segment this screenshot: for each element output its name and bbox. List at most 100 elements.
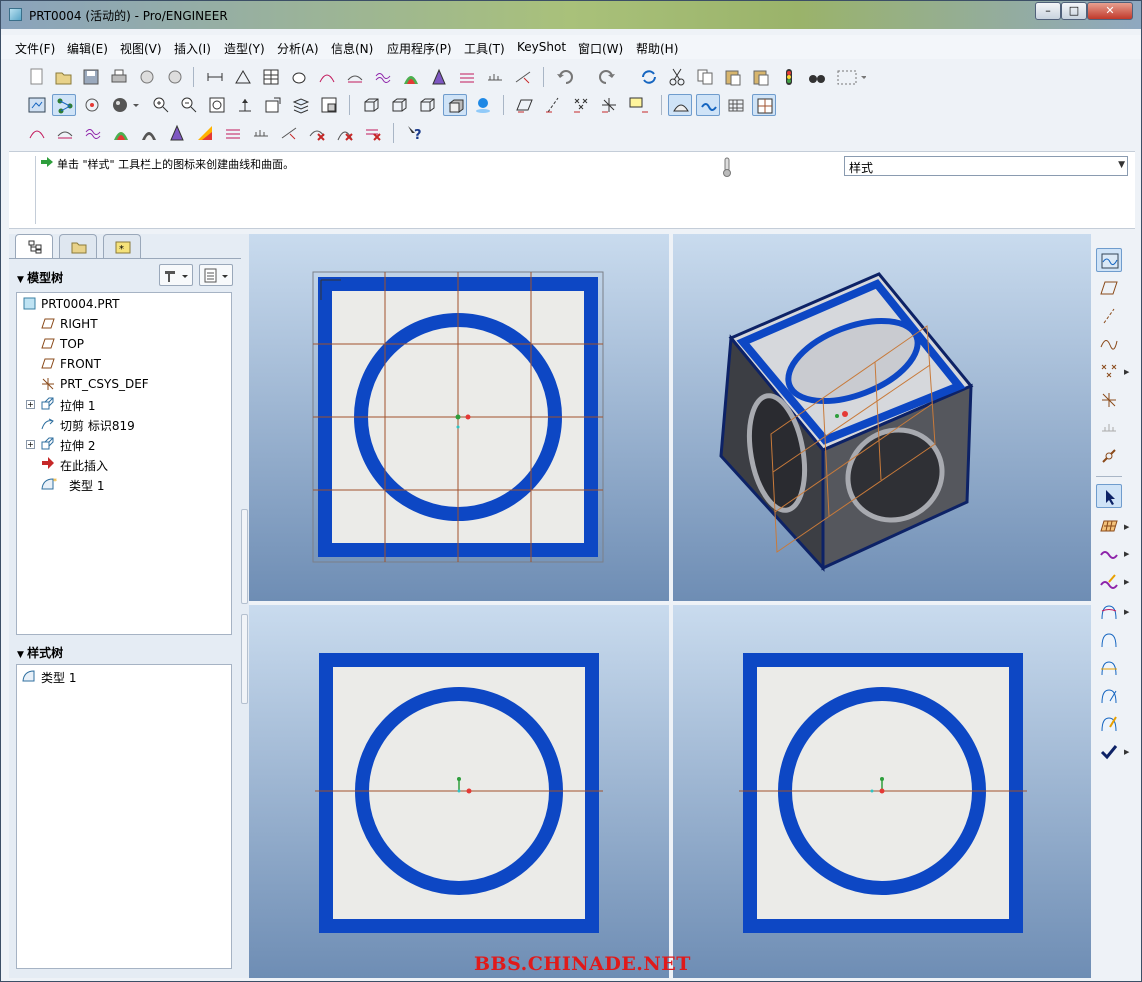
curve-analysis-icon[interactable]	[343, 66, 367, 88]
tree-item-front[interactable]: FRONT	[17, 355, 227, 373]
datum-csys-icon[interactable]	[1096, 388, 1122, 412]
section-analysis-icon[interactable]	[53, 122, 77, 144]
tree-item-right[interactable]: RIGHT	[17, 315, 227, 333]
style-mesh-display-icon[interactable]	[724, 94, 748, 116]
orient-mode-icon[interactable]	[80, 94, 104, 116]
edit-curve-icon[interactable]	[1096, 570, 1122, 594]
dihedral-icon[interactable]	[221, 122, 245, 144]
datum-point-icon[interactable]	[1096, 360, 1122, 384]
copy-icon[interactable]	[693, 66, 717, 88]
tree-columns-button[interactable]	[199, 264, 233, 286]
tab-favorites[interactable]: *	[103, 234, 141, 258]
menu-file[interactable]: 文件(F)	[15, 40, 55, 57]
viewport-bottom-right[interactable]	[673, 605, 1091, 978]
maximize-button[interactable]: □	[1061, 2, 1087, 20]
expand-arrow-icon[interactable]: ▶	[1124, 608, 1129, 616]
find-icon[interactable]	[805, 66, 829, 88]
offset-analysis-icon[interactable]	[483, 66, 507, 88]
tree-item-csys[interactable]: PRT_CSYS_DEF	[17, 375, 227, 393]
paste-icon[interactable]	[721, 66, 745, 88]
csys-display-icon[interactable]	[597, 94, 621, 116]
menu-info[interactable]: 信息(N)	[331, 40, 373, 57]
style-surface-display-icon[interactable]	[668, 94, 692, 116]
send-link-icon[interactable]	[163, 66, 187, 88]
internal-plane-icon[interactable]	[1096, 276, 1122, 300]
reflection-icon[interactable]	[137, 122, 161, 144]
shading-mode-icon[interactable]	[108, 94, 142, 116]
tree-item-cut[interactable]: 切剪 标识819	[17, 415, 227, 433]
menu-tools[interactable]: 工具(T)	[464, 40, 505, 57]
redo-icon[interactable]	[595, 66, 619, 88]
datum-curve-icon[interactable]	[1096, 332, 1122, 356]
zoom-in-icon[interactable]	[149, 94, 173, 116]
menu-keyshot[interactable]: KeyShot	[517, 40, 566, 54]
measure-angle-icon[interactable]	[231, 66, 255, 88]
menu-view[interactable]: 视图(V)	[120, 40, 162, 57]
menu-edit[interactable]: 编辑(E)	[67, 40, 108, 57]
menu-styling[interactable]: 造型(Y)	[224, 40, 265, 57]
active-plane-icon[interactable]	[1096, 248, 1122, 272]
radius-icon[interactable]	[249, 122, 273, 144]
datum-planes-display-icon[interactable]	[513, 94, 537, 116]
delete-curvature-icon[interactable]	[361, 122, 385, 144]
draft-analysis-icon[interactable]	[427, 66, 451, 88]
deviation-icon[interactable]	[277, 122, 301, 144]
delete-all-analyses-icon[interactable]	[333, 122, 357, 144]
panel-splitter[interactable]	[241, 234, 249, 978]
menu-insert[interactable]: 插入(I)	[174, 40, 211, 57]
create-curve-icon[interactable]	[1096, 542, 1122, 566]
hidden-line-icon[interactable]	[387, 94, 411, 116]
tree-settings-button[interactable]	[159, 264, 193, 286]
style-grid-display-icon[interactable]	[752, 94, 776, 116]
saved-views-icon[interactable]	[261, 94, 285, 116]
draft-surface-icon[interactable]	[1096, 712, 1122, 736]
gauss-curvature-icon[interactable]	[109, 122, 133, 144]
status-light-icon[interactable]	[777, 66, 801, 88]
menu-analysis[interactable]: 分析(A)	[277, 40, 319, 57]
print-icon[interactable]	[107, 66, 131, 88]
enhanced-realism-icon[interactable]	[471, 94, 495, 116]
menu-applications[interactable]: 应用程序(P)	[387, 40, 452, 57]
new-file-icon[interactable]	[25, 66, 49, 88]
splitter-handle[interactable]	[241, 614, 248, 704]
curvature-analysis-icon[interactable]	[25, 122, 49, 144]
tree-item-style-1[interactable]: * 类型 1	[17, 475, 227, 493]
expand-arrow-icon[interactable]: ▶	[1124, 523, 1129, 531]
expand-icon[interactable]: +	[26, 440, 35, 449]
spin-center-icon[interactable]	[52, 94, 76, 116]
boundary-surface-icon[interactable]	[1096, 600, 1122, 624]
send-mail-icon[interactable]	[135, 66, 159, 88]
selection-box-icon[interactable]	[833, 66, 871, 88]
expand-arrow-icon[interactable]: ▶	[1124, 550, 1129, 558]
datum-points-display-icon[interactable]	[569, 94, 593, 116]
measure-table-icon[interactable]	[259, 66, 283, 88]
minimize-button[interactable]: –	[1035, 2, 1061, 20]
slope-analysis-icon[interactable]	[455, 66, 479, 88]
mass-properties-icon[interactable]	[287, 66, 311, 88]
layers-icon[interactable]	[289, 94, 313, 116]
title-bar[interactable]: PRT0004 (活动的) - Pro/ENGINEER – □ ✕	[1, 1, 1141, 29]
viewport-top-left[interactable]	[249, 234, 669, 601]
surface-edit-icon[interactable]	[1096, 684, 1122, 708]
datum-axis-icon[interactable]	[1096, 304, 1122, 328]
chain-icon[interactable]	[1096, 444, 1122, 468]
surface-connect-icon[interactable]	[1096, 628, 1122, 652]
measure-distance-icon[interactable]	[203, 66, 227, 88]
open-file-icon[interactable]	[52, 66, 76, 88]
viewport-top-right[interactable]	[673, 234, 1091, 601]
select-arrow-icon[interactable]	[1096, 484, 1122, 508]
view-manager-icon[interactable]	[317, 94, 341, 116]
refit-icon[interactable]	[205, 94, 229, 116]
menu-window[interactable]: 窗口(W)	[578, 40, 623, 57]
cut-icon[interactable]	[665, 66, 689, 88]
datum-axes-display-icon[interactable]	[541, 94, 565, 116]
close-button[interactable]: ✕	[1087, 2, 1133, 20]
slope-check-icon[interactable]	[193, 122, 217, 144]
shading-icon[interactable]	[443, 94, 467, 116]
zoom-out-icon[interactable]	[177, 94, 201, 116]
set-active-plane-icon[interactable]	[1096, 514, 1122, 538]
repaint-icon[interactable]	[25, 94, 49, 116]
tree-item-extrude-1[interactable]: + 拉伸 1	[17, 395, 227, 413]
tree-item-top[interactable]: TOP	[17, 335, 227, 353]
save-icon[interactable]	[79, 66, 103, 88]
